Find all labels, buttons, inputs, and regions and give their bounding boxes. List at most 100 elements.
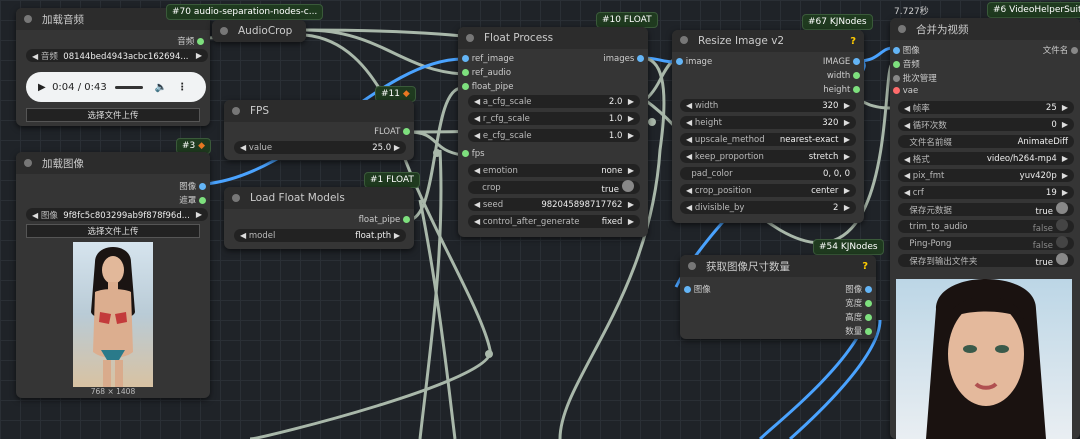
output-images[interactable]: images <box>603 54 644 64</box>
output-filenames[interactable]: 文件名 <box>1043 44 1078 56</box>
arrow-right-icon[interactable]: ▶ <box>196 51 202 60</box>
node-header[interactable]: Float Process <box>458 27 648 49</box>
output-image[interactable]: 图像 <box>845 283 872 295</box>
arrow-left-icon[interactable]: ◀ <box>32 52 38 61</box>
widget-e-cfg-scale[interactable]: ◀ e_cfg_scale 1.0 ▶ <box>468 129 640 142</box>
slot-dot[interactable] <box>865 328 872 335</box>
slot-dot[interactable] <box>462 150 469 157</box>
slot-dot[interactable] <box>853 72 860 79</box>
widget-ping-pong[interactable]: Ping-Pong false <box>898 236 1074 251</box>
widget-emotion[interactable]: ◀ emotion none ▶ <box>468 164 640 177</box>
slot-dot[interactable] <box>197 38 204 45</box>
slot-dot[interactable] <box>403 216 410 223</box>
widget-trim-to-audio[interactable]: trim_to_audio false <box>898 219 1074 234</box>
slot-dot[interactable] <box>462 83 469 90</box>
widget-a-cfg-scale[interactable]: ◀ a_cfg_scale 2.0 ▶ <box>468 95 640 108</box>
arrow-left-icon[interactable]: ◀ <box>240 231 246 240</box>
widget-divisible-by[interactable]: ◀ divisible_by 2 ▶ <box>680 201 856 214</box>
widget-model[interactable]: ◀ model float.pth ▶ <box>234 229 406 242</box>
slot-dot[interactable] <box>199 197 206 204</box>
slot-dot[interactable] <box>462 55 469 62</box>
widget--[interactable]: 保存到输出文件夹 true <box>898 253 1074 268</box>
arrow-right-icon[interactable]: ▶ <box>1057 120 1068 129</box>
widget--[interactable]: 文件名前缀 AnimateDiff <box>898 135 1074 148</box>
arrow-right-icon[interactable]: ▶ <box>394 143 400 152</box>
slot-dot[interactable] <box>893 61 900 68</box>
slot-dot[interactable] <box>199 183 206 190</box>
input-fps[interactable]: fps <box>462 149 485 159</box>
output-float-pipe[interactable]: float_pipe <box>359 215 410 225</box>
arrow-left-icon[interactable]: ◀ <box>904 121 913 130</box>
arrow-left-icon[interactable]: ◀ <box>474 200 480 209</box>
input-float-pipe[interactable]: float_pipe <box>462 82 513 92</box>
widget--[interactable]: ◀ 循环次数 0 ▶ <box>898 118 1074 131</box>
output-width[interactable]: width <box>827 71 860 81</box>
slot-dot[interactable] <box>462 69 469 76</box>
arrow-left-icon[interactable]: ◀ <box>32 211 38 220</box>
arrow-left-icon[interactable]: ◀ <box>904 155 913 164</box>
toggle-knob[interactable] <box>1056 202 1068 214</box>
slot-dot[interactable] <box>865 286 872 293</box>
input-batch-manager[interactable]: 批次管理 <box>893 72 937 84</box>
node-header[interactable]: AudioCrop <box>212 20 306 42</box>
slot-dot[interactable] <box>893 47 900 54</box>
node-header[interactable]: 合并为视频 <box>890 18 1080 40</box>
output-video-preview[interactable] <box>896 279 1072 439</box>
arrow-left-icon[interactable]: ◀ <box>686 101 692 110</box>
audio-progress-bar[interactable] <box>114 85 143 89</box>
arrow-right-icon[interactable]: ▶ <box>628 114 634 123</box>
output-image[interactable]: 图像 <box>179 180 206 192</box>
slot-dot[interactable] <box>893 75 900 82</box>
arrow-right-icon[interactable]: ▶ <box>628 217 634 226</box>
widget--[interactable]: ◀ 格式 video/h264-mp4 ▶ <box>898 152 1074 165</box>
arrow-right-icon[interactable]: ▶ <box>844 152 850 161</box>
widget-crop[interactable]: crop true <box>468 180 640 195</box>
collapse-dot[interactable] <box>24 159 32 167</box>
audio-player[interactable]: ▶ 0:04 / 0:43 🔈 ⋮ <box>26 72 206 102</box>
output-float[interactable]: FLOAT <box>374 127 410 137</box>
arrow-right-icon[interactable]: ▶ <box>628 200 634 209</box>
slot-dot[interactable] <box>865 314 872 321</box>
help-icon[interactable]: ? <box>862 261 868 272</box>
play-icon[interactable]: ▶ <box>38 82 46 93</box>
output-height[interactable]: 高度 <box>845 311 872 323</box>
slot-dot[interactable] <box>853 58 860 65</box>
output-mask[interactable]: 遮罩 <box>179 194 206 206</box>
node-load-float-models[interactable]: Load Float Models float_pipe ◀ model floa… <box>224 187 414 249</box>
slot-dot[interactable] <box>676 58 683 65</box>
node-fps[interactable]: FPS FLOAT ◀ value 25.0 ▶ <box>224 100 414 160</box>
arrow-left-icon[interactable]: ◀ <box>240 143 246 152</box>
arrow-right-icon[interactable]: ▶ <box>1057 103 1068 112</box>
arrow-left-icon[interactable]: ◀ <box>904 171 913 180</box>
widget-crop-position[interactable]: ◀ crop_position center ▶ <box>680 184 856 197</box>
widget-crf[interactable]: ◀ crf 19 ▶ <box>898 186 1074 199</box>
upload-image-button[interactable]: 选择文件上传 <box>26 224 200 238</box>
slot-dot[interactable] <box>853 86 860 93</box>
arrow-left-icon[interactable]: ◀ <box>904 188 913 197</box>
slot-dot[interactable] <box>403 128 410 135</box>
node-video-combine[interactable]: 合并为视频 图像 音频 批次管理 vae 文件名 ◀ 帧率 25 ▶ ◀ 循环次数 0… <box>890 18 1080 439</box>
arrow-right-icon[interactable]: ▶ <box>844 118 850 127</box>
widget-image-file[interactable]: ◀ 图像 9f8fc5c803299ab9f878f96d... ▶ <box>26 208 208 221</box>
volume-icon[interactable]: 🔈 <box>155 82 167 93</box>
widget-pix-fmt[interactable]: ◀ pix_fmt yuv420p ▶ <box>898 169 1074 182</box>
output-audio[interactable]: 音频 <box>177 35 204 47</box>
arrow-left-icon[interactable]: ◀ <box>474 217 480 226</box>
input-ref-image[interactable]: ref_image <box>462 54 514 64</box>
widget-upscale-method[interactable]: ◀ upscale_method nearest-exact ▶ <box>680 133 856 146</box>
arrow-right-icon[interactable]: ▶ <box>844 186 850 195</box>
collapse-dot[interactable] <box>232 107 240 115</box>
input-images[interactable]: 图像 <box>893 44 920 56</box>
collapse-dot[interactable] <box>898 25 906 33</box>
toggle-knob[interactable] <box>1056 253 1068 265</box>
input-vae[interactable]: vae <box>893 86 918 96</box>
arrow-left-icon[interactable]: ◀ <box>686 203 692 212</box>
node-resize-image[interactable]: Resize Image v2? image IMAGE width heigh… <box>672 30 864 223</box>
input-audio[interactable]: 音频 <box>893 58 920 70</box>
widget-control-after-generate[interactable]: ◀ control_after_generate fixed ▶ <box>468 215 640 228</box>
help-icon[interactable]: ? <box>850 36 856 47</box>
input-image[interactable]: 图像 <box>684 283 711 295</box>
slot-dot[interactable] <box>893 87 900 94</box>
arrow-right-icon[interactable]: ▶ <box>394 231 400 240</box>
node-header[interactable]: 加载图像 <box>16 152 210 174</box>
